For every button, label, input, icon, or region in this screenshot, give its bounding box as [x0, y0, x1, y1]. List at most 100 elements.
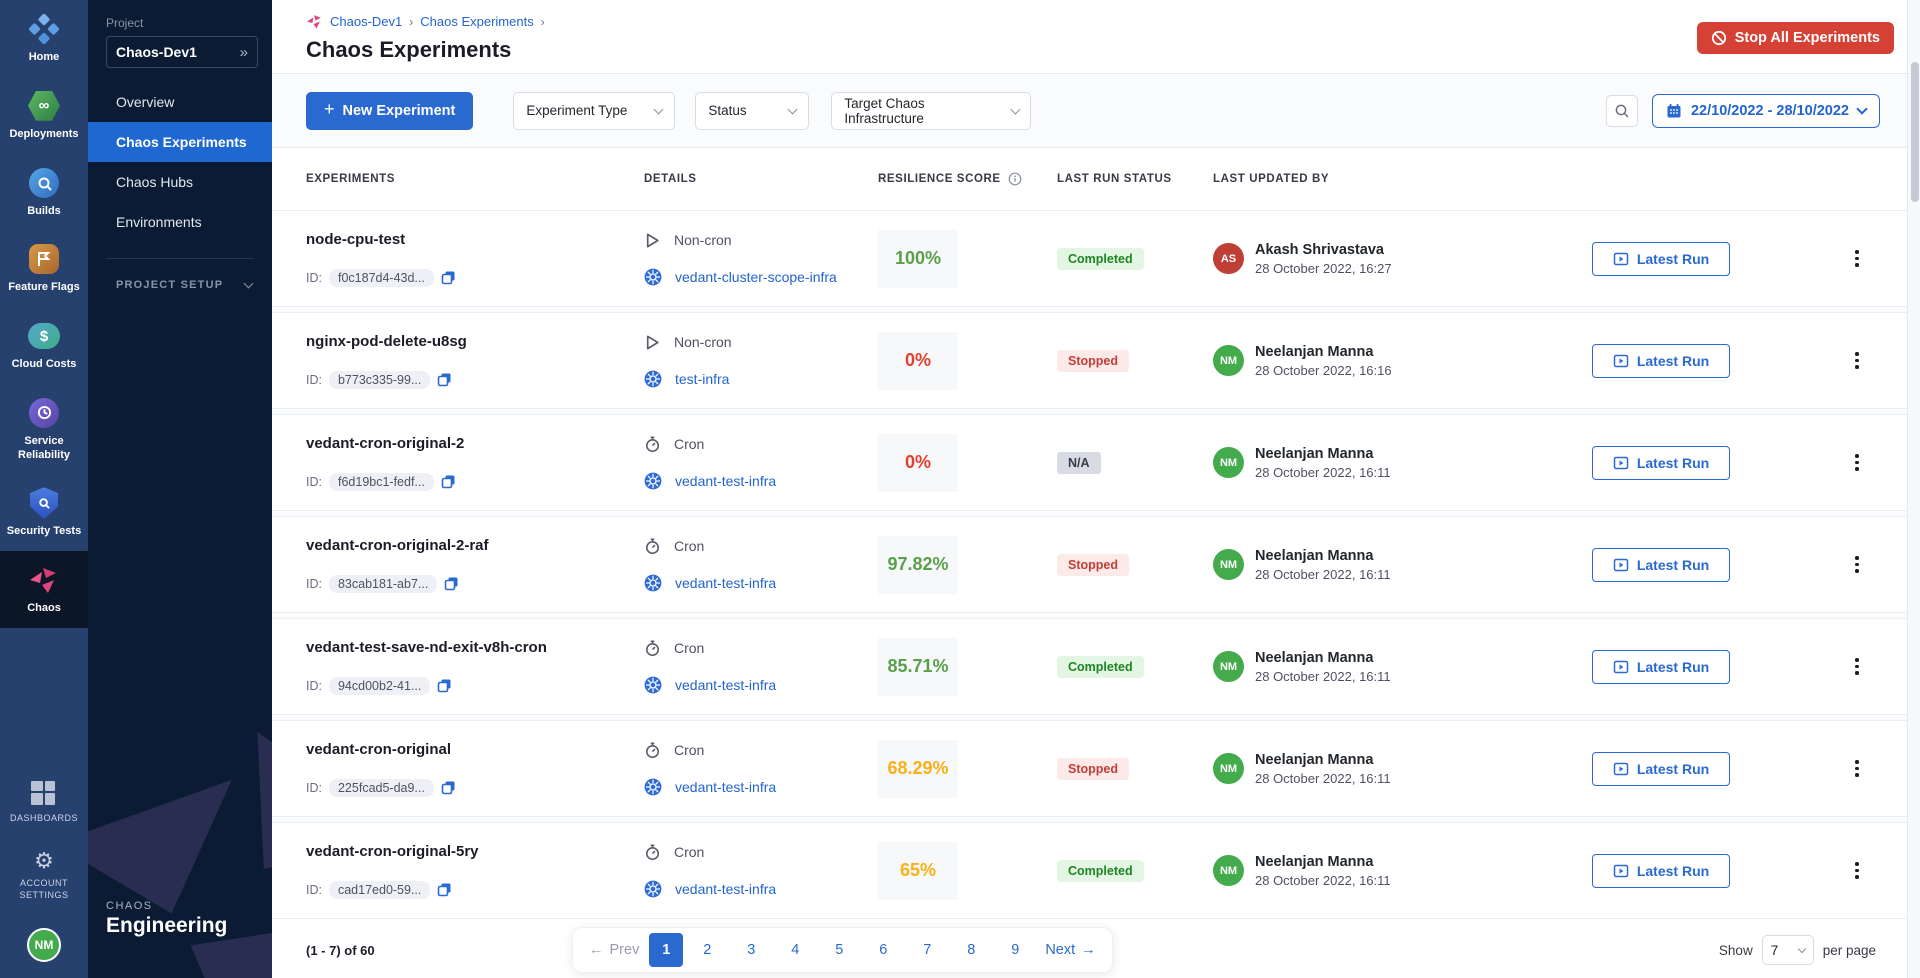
infrastructure-link[interactable]: vedant-test-infra: [675, 473, 776, 489]
show-label: Show: [1719, 943, 1753, 958]
latest-run-button[interactable]: Latest Run: [1592, 650, 1730, 684]
prev-page-button[interactable]: ←Prev: [583, 933, 645, 967]
infrastructure-link[interactable]: vedant-cluster-scope-infra: [675, 269, 837, 285]
experiment-name[interactable]: vedant-cron-original-5ry: [306, 843, 628, 860]
experiment-row[interactable]: vedant-cron-original ID: 225fcad5-da9...…: [272, 720, 1920, 817]
sidebar-item-service-reliability[interactable]: Service Reliability: [0, 384, 88, 475]
copy-icon[interactable]: [441, 270, 456, 285]
details-cell: Non-cron vedant-cluster-scope-infra: [628, 232, 878, 286]
page-button-5[interactable]: 5: [819, 933, 859, 967]
last-run-status-cell: N/A: [1057, 452, 1213, 474]
copy-icon[interactable]: [441, 780, 456, 795]
status-filter[interactable]: Status: [695, 92, 809, 130]
infrastructure-link[interactable]: vedant-test-infra: [675, 575, 776, 591]
updated-by-name: Neelanjan Manna: [1255, 650, 1391, 666]
sidebar-item-home[interactable]: Home: [0, 0, 88, 77]
kebab-menu-icon[interactable]: [1848, 656, 1866, 678]
project-setup-toggle[interactable]: PROJECT SETUP: [116, 279, 252, 291]
sidebar-item-feature-flags[interactable]: Feature Flags: [0, 230, 88, 307]
next-page-button[interactable]: Next→: [1039, 933, 1101, 967]
avatar: NM: [1213, 651, 1244, 682]
experiment-name[interactable]: vedant-test-save-nd-exit-v8h-cron: [306, 639, 628, 656]
date-range-picker[interactable]: 22/10/2022 - 28/10/2022: [1652, 94, 1880, 128]
kebab-menu-icon[interactable]: [1848, 350, 1866, 372]
schedule-cron-icon: [644, 436, 661, 453]
user-avatar[interactable]: NM: [27, 928, 61, 962]
experiment-name-cell: vedant-test-save-nd-exit-v8h-cron ID: 94…: [306, 639, 628, 695]
page-button-3[interactable]: 3: [731, 933, 771, 967]
kebab-menu-icon[interactable]: [1848, 452, 1866, 474]
breadcrumb-link-project[interactable]: Chaos-Dev1: [330, 14, 402, 29]
copy-icon[interactable]: [437, 678, 452, 693]
latest-run-button[interactable]: Latest Run: [1592, 242, 1730, 276]
search-button[interactable]: [1606, 95, 1638, 127]
scrollbar-thumb[interactable]: [1911, 62, 1919, 202]
experiment-row[interactable]: vedant-cron-original-5ry ID: cad17ed0-59…: [272, 822, 1920, 919]
latest-run-button[interactable]: Latest Run: [1592, 446, 1730, 480]
resilience-score: 65%: [878, 842, 958, 900]
scrollbar-track[interactable]: [1907, 0, 1920, 978]
nav-item-chaos-hubs[interactable]: Chaos Hubs: [88, 162, 272, 202]
experiment-row[interactable]: vedant-cron-original-2-raf ID: 83cab181-…: [272, 516, 1920, 613]
experiment-row[interactable]: nginx-pod-delete-u8sg ID: b773c335-99...…: [272, 312, 1920, 409]
kebab-menu-icon[interactable]: [1848, 554, 1866, 576]
sidebar-item-dashboards[interactable]: DASHBOARDS: [8, 768, 80, 837]
kebab-menu-icon[interactable]: [1848, 860, 1866, 882]
chevron-double-icon[interactable]: »: [240, 44, 248, 61]
sidebar-item-account-settings[interactable]: ⚙ ACCOUNT SETTINGS: [10, 837, 78, 914]
latest-run-button[interactable]: Latest Run: [1592, 854, 1730, 888]
latest-run-button[interactable]: Latest Run: [1592, 752, 1730, 786]
infrastructure-link[interactable]: vedant-test-infra: [675, 677, 776, 693]
copy-icon[interactable]: [437, 882, 452, 897]
page-button-4[interactable]: 4: [775, 933, 815, 967]
page-button-2[interactable]: 2: [687, 933, 727, 967]
latest-run-button[interactable]: Latest Run: [1592, 548, 1730, 582]
kubernetes-infra-icon: [644, 472, 662, 490]
infrastructure-link[interactable]: vedant-test-infra: [675, 881, 776, 897]
infrastructure-link[interactable]: vedant-test-infra: [675, 779, 776, 795]
page-button-7[interactable]: 7: [907, 933, 947, 967]
experiment-row[interactable]: node-cpu-test ID: f0c187d4-43d... Non-cr…: [272, 210, 1920, 307]
page-button-9[interactable]: 9: [995, 933, 1035, 967]
copy-icon[interactable]: [437, 372, 452, 387]
copy-icon[interactable]: [441, 474, 456, 489]
sidebar-item-chaos[interactable]: Chaos: [0, 551, 88, 628]
infrastructure-link[interactable]: test-infra: [675, 371, 729, 387]
sidebar-item-builds[interactable]: Builds: [0, 154, 88, 231]
experiment-type-filter[interactable]: Experiment Type: [513, 92, 675, 130]
experiment-name[interactable]: node-cpu-test: [306, 231, 628, 248]
info-icon[interactable]: [1008, 172, 1022, 186]
new-experiment-button[interactable]: + New Experiment: [306, 92, 473, 130]
nav-item-environments[interactable]: Environments: [88, 202, 272, 242]
per-page-select[interactable]: 7: [1762, 935, 1814, 965]
kebab-menu-icon[interactable]: [1848, 758, 1866, 780]
per-page-suffix: per page: [1823, 943, 1876, 958]
stop-all-experiments-button[interactable]: Stop All Experiments: [1697, 22, 1894, 54]
project-selector[interactable]: Chaos-Dev1 »: [106, 36, 258, 68]
nav-item-chaos-experiments[interactable]: Chaos Experiments: [88, 122, 272, 162]
latest-run-button[interactable]: Latest Run: [1592, 344, 1730, 378]
sidebar-item-deployments[interactable]: ∞ Deployments: [0, 77, 88, 154]
kebab-menu-icon[interactable]: [1848, 248, 1866, 270]
page-button-6[interactable]: 6: [863, 933, 903, 967]
experiment-name[interactable]: nginx-pod-delete-u8sg: [306, 333, 628, 350]
experiment-name[interactable]: vedant-cron-original-2-raf: [306, 537, 628, 554]
breadcrumb-separator: ›: [409, 15, 413, 29]
page-button-1[interactable]: 1: [649, 933, 683, 967]
updated-by-name: Neelanjan Manna: [1255, 344, 1392, 360]
experiment-name[interactable]: vedant-cron-original-2: [306, 435, 628, 452]
page-button-8[interactable]: 8: [951, 933, 991, 967]
last-updated-by-cell: NM Neelanjan Manna 28 October 2022, 16:1…: [1213, 752, 1592, 786]
sidebar-item-cloud-costs[interactable]: $ Cloud Costs: [0, 307, 88, 384]
experiment-row[interactable]: vedant-test-save-nd-exit-v8h-cron ID: 94…: [272, 618, 1920, 715]
schedule-type: Cron: [674, 436, 704, 452]
experiment-row[interactable]: vedant-cron-original-2 ID: f6d19bc1-fedf…: [272, 414, 1920, 511]
experiment-name-cell: vedant-cron-original-2 ID: f6d19bc1-fedf…: [306, 435, 628, 491]
nav-item-overview[interactable]: Overview: [88, 82, 272, 122]
target-infrastructure-filter[interactable]: Target Chaos Infrastructure: [831, 92, 1031, 130]
breadcrumb-link-experiments[interactable]: Chaos Experiments: [420, 14, 533, 29]
kubernetes-infra-icon: [644, 676, 662, 694]
copy-icon[interactable]: [444, 576, 459, 591]
sidebar-item-security-tests[interactable]: Security Tests: [0, 474, 88, 551]
experiment-name[interactable]: vedant-cron-original: [306, 741, 628, 758]
